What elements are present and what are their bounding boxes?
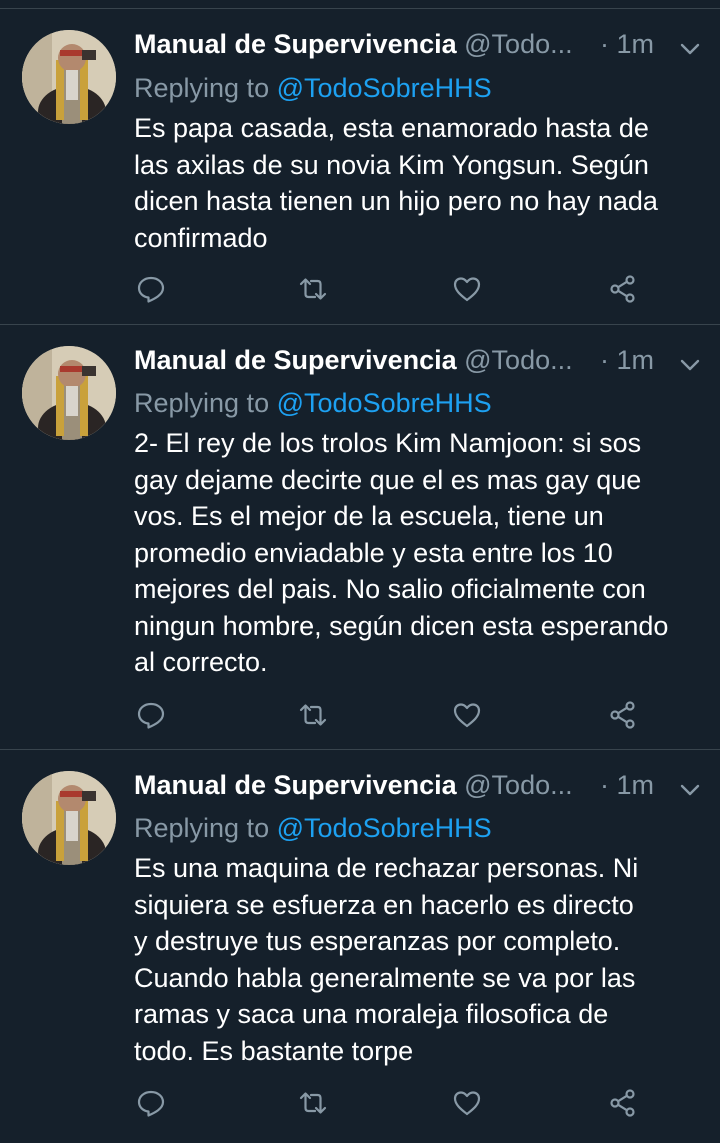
tweet-text-line: todo. Es bastante torpe xyxy=(134,1035,414,1066)
tweet[interactable]: Manual de Supervivencia @Todo... · 1m Re… xyxy=(0,750,720,1143)
reply-handle-link[interactable]: @TodoSobreHHS xyxy=(277,388,492,418)
replying-to: Replying to @TodoSobreHHS xyxy=(134,810,492,846)
tweet-header: Manual de Supervivencia @Todo... · 1m xyxy=(134,765,704,805)
reply-icon[interactable] xyxy=(134,698,168,732)
tweet-header: Manual de Supervivencia @Todo... · 1m xyxy=(134,24,704,64)
avatar[interactable] xyxy=(22,346,116,440)
tweet[interactable]: Manual de Supervivencia @Todo... · 1m Re… xyxy=(0,325,720,750)
like-icon[interactable] xyxy=(450,272,484,306)
tweet[interactable]: Manual de Supervivencia @Todo... · 1m Re… xyxy=(0,0,720,325)
tweet-actions xyxy=(134,698,654,732)
reply-icon[interactable] xyxy=(134,1086,168,1120)
tweet-text-line: las axilas de su novia Kim Yongsun. Segú… xyxy=(134,149,649,180)
avatar[interactable] xyxy=(22,30,116,124)
tweet-text-line: Es una maquina de rechazar personas. Ni xyxy=(134,853,639,883)
chevron-down-icon[interactable] xyxy=(678,773,702,797)
tweet-text-line: mejores del pais. No salio oficialmente … xyxy=(134,574,646,604)
share-icon[interactable] xyxy=(606,272,640,306)
share-icon[interactable] xyxy=(606,698,640,732)
retweet-icon[interactable] xyxy=(296,698,330,732)
tweet-text-line: confirmado xyxy=(134,222,268,253)
tweet-text-line: Cuando habla generalmente se va por las xyxy=(134,962,636,993)
reply-prefix: Replying to xyxy=(134,388,270,418)
author-name[interactable]: Manual de Supervivencia xyxy=(134,29,457,59)
author-handle[interactable]: @Todo... xyxy=(464,770,572,800)
like-icon[interactable] xyxy=(450,698,484,732)
tweet-text-line: al correcto. xyxy=(134,647,268,677)
tweet-actions xyxy=(134,1086,654,1120)
tweet-time[interactable]: · 1m xyxy=(600,340,654,380)
retweet-icon[interactable] xyxy=(296,1086,330,1120)
retweet-icon[interactable] xyxy=(296,272,330,306)
author-name[interactable]: Manual de Supervivencia xyxy=(134,770,457,800)
tweet-text-line: promedio enviadable y esta entre los 10 xyxy=(134,537,613,568)
avatar[interactable] xyxy=(22,771,116,865)
share-icon[interactable] xyxy=(606,1086,640,1120)
tweet-text: Es una maquina de rechazar personas. Ni … xyxy=(134,850,704,1069)
tweet-text-line: ramas y saca una moraleja filosofica de xyxy=(134,999,609,1029)
author-handle[interactable]: @Todo... xyxy=(464,29,572,59)
tweet-text-line: gay dejame decirte que el es mas gay que xyxy=(134,464,642,495)
chevron-down-icon[interactable] xyxy=(678,32,702,56)
tweet-time[interactable]: · 1m xyxy=(600,24,654,64)
reply-prefix: Replying to xyxy=(134,73,270,103)
author-handle[interactable]: @Todo... xyxy=(464,345,572,375)
tweet-text: 2- El rey de los trolos Kim Namjoon: si … xyxy=(134,425,704,681)
reply-handle-link[interactable]: @TodoSobreHHS xyxy=(277,813,492,843)
author-name[interactable]: Manual de Supervivencia xyxy=(134,345,457,375)
tweet-text-line: siquiera se esfuerza en hacerlo es direc… xyxy=(134,889,634,920)
like-icon[interactable] xyxy=(450,1086,484,1120)
tweet-text: Es papa casada, esta enamorado hasta de … xyxy=(134,110,704,256)
reply-handle-link[interactable]: @TodoSobreHHS xyxy=(277,73,492,103)
reply-icon[interactable] xyxy=(134,272,168,306)
replying-to: Replying to @TodoSobreHHS xyxy=(134,385,492,421)
tweet-text-line: ningun hombre, según dicen esta esperand… xyxy=(134,610,669,641)
tweet-time[interactable]: · 1m xyxy=(600,765,654,805)
tweet-text-line: 2- El rey de los trolos Kim Namjoon: si … xyxy=(134,428,642,458)
tweet-text-line: y destruye tus esperanzas por completo. xyxy=(134,926,621,956)
tweet-header: Manual de Supervivencia @Todo... · 1m xyxy=(134,340,704,380)
tweet-text-line: vos. Es el mejor de la escuela, tiene un xyxy=(134,501,604,531)
tweet-text-line: dicen hasta tienen un hijo pero no hay n… xyxy=(134,186,658,216)
replying-to: Replying to @TodoSobreHHS xyxy=(134,70,492,106)
chevron-down-icon[interactable] xyxy=(678,348,702,372)
tweet-text-line: Es papa casada, esta enamorado hasta de xyxy=(134,113,649,143)
reply-prefix: Replying to xyxy=(134,813,270,843)
tweet-actions xyxy=(134,272,654,306)
